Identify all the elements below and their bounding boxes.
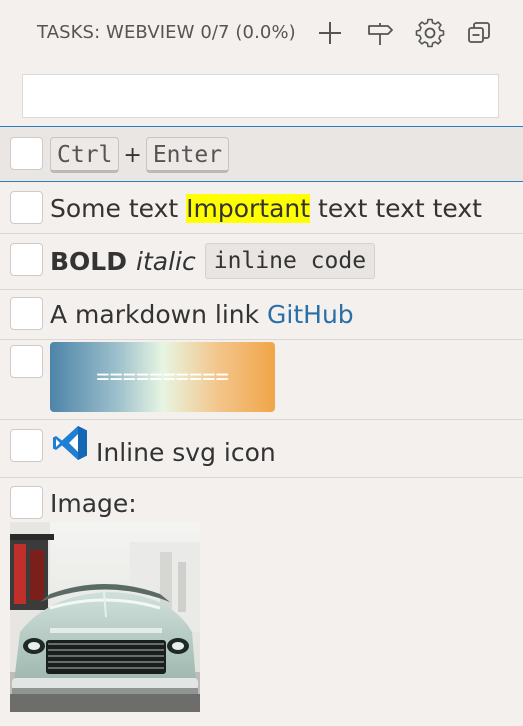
bold-text: BOLD: [50, 246, 127, 276]
task-text: Some text Important text text text: [50, 189, 482, 227]
kbd-ctrl: Ctrl: [50, 137, 120, 173]
gradient-banner: ==========: [50, 342, 275, 412]
add-task-button[interactable]: [313, 16, 347, 50]
task-text: BOLD italic inline code: [50, 241, 376, 281]
signpost-button[interactable]: [363, 16, 397, 50]
kbd-enter: Enter: [145, 137, 230, 173]
panel-header: TASKS: WEBVIEW 0/7 (0.0%): [0, 0, 523, 66]
collapse-all-button[interactable]: [462, 16, 496, 50]
italic-text: italic: [136, 246, 196, 276]
inline-code: inline code: [204, 243, 376, 279]
settings-button[interactable]: [413, 16, 447, 50]
collapse-icon: [468, 22, 490, 43]
plus-icon: [319, 22, 341, 44]
signpost-icon: [368, 23, 393, 45]
gear-icon: [415, 18, 445, 48]
task-row-svg-icon[interactable]: Inline svg icon: [0, 420, 523, 478]
task-row-image[interactable]: Image:: [0, 478, 523, 726]
task-row-formatting[interactable]: BOLD italic inline code: [0, 234, 523, 290]
github-link[interactable]: GitHub: [267, 300, 354, 329]
text-segment: text text text: [310, 193, 482, 223]
task-text: Inline svg icon: [96, 437, 276, 467]
task-row-link[interactable]: A markdown link GitHub: [0, 290, 523, 340]
task-text: A markdown link GitHub: [50, 295, 354, 333]
panel-title: TASKS: WEBVIEW 0/7 (0.0%): [37, 22, 296, 43]
text-segment: A markdown link: [50, 299, 268, 329]
task-checkbox[interactable]: [10, 486, 43, 519]
kbd-separator: +: [123, 142, 142, 168]
text-segment: Some text: [50, 193, 187, 223]
task-checkbox[interactable]: [10, 297, 43, 330]
task-row-keybinding[interactable]: Ctrl + Enter: [0, 126, 523, 182]
highlighted-text: Important: [186, 193, 311, 223]
task-checkbox[interactable]: [10, 191, 43, 224]
vscode-icon: [53, 426, 87, 460]
task-text: Image:: [50, 488, 137, 518]
car-photo: [10, 522, 200, 712]
task-checkbox[interactable]: [10, 137, 43, 170]
task-checkbox[interactable]: [10, 243, 43, 276]
task-text: Ctrl + Enter: [50, 136, 230, 174]
task-row-highlight[interactable]: Some text Important text text text: [0, 182, 523, 234]
task-row-gradient[interactable]: ==========: [0, 340, 523, 420]
task-checkbox[interactable]: [10, 429, 43, 462]
task-checkbox[interactable]: [10, 345, 43, 378]
task-filter-input[interactable]: [22, 74, 499, 118]
